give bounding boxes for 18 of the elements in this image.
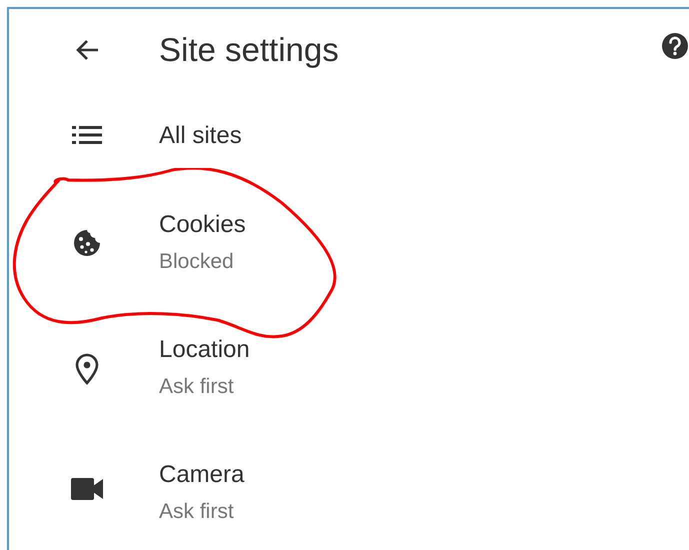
back-arrow-icon bbox=[74, 38, 100, 62]
help-icon[interactable] bbox=[660, 31, 689, 61]
settings-item[interactable]: All sites bbox=[9, 90, 689, 180]
item-subtitle: Ask first bbox=[159, 499, 235, 525]
video-camera-icon bbox=[71, 478, 103, 500]
item-subtitle: Blocked bbox=[159, 249, 235, 275]
item-title: Cookies bbox=[159, 210, 246, 240]
settings-item[interactable]: Location Ask first bbox=[9, 305, 689, 430]
cookie-icon bbox=[72, 228, 102, 258]
settings-item[interactable]: Cookies Blocked bbox=[9, 180, 689, 305]
item-title: Location bbox=[159, 335, 250, 365]
list-icon bbox=[72, 125, 102, 145]
item-title: All sites bbox=[159, 120, 242, 150]
location-pin-icon bbox=[75, 353, 99, 385]
page-title: Site settings bbox=[159, 30, 339, 68]
item-subtitle: Ask first bbox=[159, 374, 235, 400]
settings-item[interactable]: Camera Ask first bbox=[9, 430, 689, 550]
item-title: Camera bbox=[159, 460, 244, 490]
